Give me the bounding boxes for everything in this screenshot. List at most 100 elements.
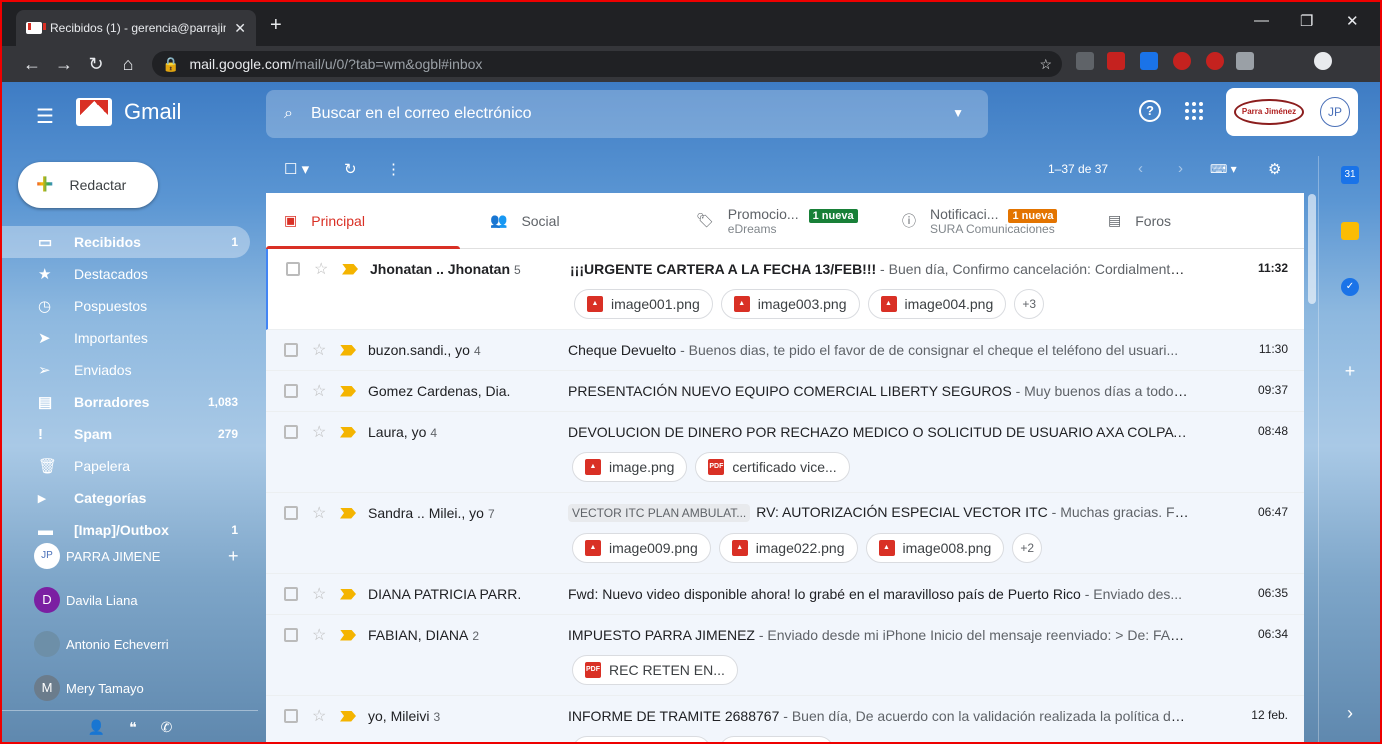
main-menu-icon[interactable]: ☰	[36, 104, 54, 129]
row-checkbox[interactable]	[284, 343, 298, 357]
sidebar-item[interactable]: 🗑 Papelera	[2, 450, 250, 482]
hangouts-contact[interactable]: M Mery Tamayo	[2, 666, 258, 710]
email-row[interactable]: ☆ DIANA PATRICIA PARR. Fwd: Nuevo video di…	[266, 574, 1304, 615]
attachment-chip[interactable]: ▲ image003.png	[720, 289, 860, 319]
compose-button[interactable]: + Redactar	[18, 162, 158, 208]
star-icon[interactable]: ☆	[312, 706, 332, 726]
important-marker-icon[interactable]	[340, 507, 356, 519]
attachment-chip[interactable]: ▲ image009.png	[572, 533, 711, 563]
sidebar-item[interactable]: ▭ Recibidos 1	[2, 226, 250, 258]
row-checkbox[interactable]	[286, 262, 300, 276]
chat-icon[interactable]: ❝	[129, 719, 137, 736]
attachment-chip[interactable]: PDF REC RETEN EN...	[572, 655, 738, 685]
phone-icon[interactable]: ✆	[161, 719, 173, 736]
attachment-chip[interactable]: ▲image005.png	[572, 736, 711, 742]
sidebar-item[interactable]: ! Spam 279	[2, 418, 250, 450]
search-options-icon[interactable]: ▼	[952, 106, 964, 120]
new-tab-button[interactable]: +	[270, 14, 282, 37]
sidebar-item[interactable]: ★ Destacados	[2, 258, 250, 290]
refresh-icon[interactable]: ↻	[344, 160, 357, 178]
row-checkbox[interactable]	[284, 425, 298, 439]
home-icon[interactable]: ⌂	[112, 54, 144, 75]
attachment-chip[interactable]: ▲ image008.png	[865, 533, 1005, 563]
extension-icon[interactable]	[1076, 52, 1094, 70]
important-marker-icon[interactable]	[340, 588, 356, 600]
pdf-extension-icon[interactable]	[1107, 52, 1125, 70]
sidebar-item[interactable]: ➤ Importantes	[2, 322, 250, 354]
extension-icon[interactable]	[1236, 52, 1254, 70]
close-window-button[interactable]: ✕	[1346, 12, 1359, 30]
hangouts-contact[interactable]: Antonio Echeverri	[2, 622, 258, 666]
category-tab[interactable]: ▤ Foros	[1090, 193, 1296, 248]
important-marker-icon[interactable]	[342, 263, 358, 275]
hangouts-contact[interactable]: D Davila Liana	[2, 578, 258, 622]
tasks-icon[interactable]: ✓	[1341, 278, 1359, 296]
prev-page-icon[interactable]: ‹	[1138, 160, 1143, 177]
back-icon[interactable]: ←	[16, 54, 48, 75]
category-tab[interactable]: ▣ Principal	[266, 193, 472, 249]
input-tools-icon[interactable]: ⌨ ▾	[1210, 162, 1237, 176]
category-tab[interactable]: ⓘ Notificaci... 1 nueva SURA Comunicaciones	[884, 193, 1090, 248]
row-checkbox[interactable]	[284, 628, 298, 642]
browser-tab[interactable]: Recibidos (1) - gerencia@parrajim ✕	[16, 10, 256, 46]
settings-gear-icon[interactable]: ⚙	[1268, 160, 1281, 178]
email-row[interactable]: ☆ FABIAN, DIANA 2 IMPUESTO PARRA JIMENEZ - …	[266, 615, 1304, 696]
attachment-chip[interactable]: ▲ image022.png	[718, 533, 858, 563]
star-icon[interactable]: ☆	[312, 625, 332, 645]
important-marker-icon[interactable]	[340, 385, 356, 397]
email-row[interactable]: ☆ Laura, yo 4 DEVOLUCION DE DINERO POR RECH…	[266, 412, 1304, 493]
star-icon[interactable]: ☆	[314, 259, 334, 279]
forward-icon[interactable]: →	[48, 54, 80, 75]
next-page-icon[interactable]: ›	[1178, 160, 1183, 177]
attachment-chip[interactable]: PDF certificado vice...	[695, 452, 850, 482]
attachment-chip[interactable]: ▲ image001.png	[574, 289, 713, 319]
star-icon[interactable]: ☆	[312, 340, 332, 360]
important-marker-icon[interactable]	[340, 344, 356, 356]
expand-panel-icon[interactable]: ›	[1341, 704, 1359, 722]
extension-icon[interactable]	[1206, 52, 1224, 70]
person-icon[interactable]: 👤	[88, 719, 105, 736]
sidebar-item[interactable]: ▸ Categorías	[2, 482, 250, 514]
more-attachments[interactable]: +3	[1014, 289, 1045, 319]
ui-extension-icon[interactable]	[1140, 52, 1158, 70]
row-checkbox[interactable]	[284, 587, 298, 601]
adblock-extension-icon[interactable]	[1173, 52, 1191, 70]
gmail-logo[interactable]: Gmail	[76, 98, 181, 126]
attachment-chip[interactable]: ▲image.png	[718, 736, 835, 742]
keep-icon[interactable]	[1341, 222, 1359, 240]
email-row[interactable]: ☆ buzon.sandi., yo 4 Cheque Devuelto - Buen…	[266, 330, 1304, 371]
help-icon[interactable]: ?	[1139, 100, 1161, 122]
attachment-chip[interactable]: ▲ image004.png	[867, 289, 1007, 319]
star-icon[interactable]: ☆	[312, 381, 332, 401]
reload-icon[interactable]: ↻	[80, 54, 112, 75]
important-marker-icon[interactable]	[340, 710, 356, 722]
add-addon-icon[interactable]: +	[1341, 362, 1359, 380]
calendar-icon[interactable]: 31	[1341, 166, 1359, 184]
sidebar-item[interactable]: ◷ Pospuestos	[2, 290, 250, 322]
important-marker-icon[interactable]	[340, 629, 356, 641]
more-options-icon[interactable]: ⋮	[386, 160, 401, 178]
more-attachments[interactable]: +2	[1012, 533, 1043, 563]
close-tab-icon[interactable]: ✕	[234, 20, 246, 37]
important-marker-icon[interactable]	[340, 426, 356, 438]
profile-avatar[interactable]	[1314, 52, 1332, 70]
search-input[interactable]: ⌕ Buscar en el correo electrónico ▼	[266, 90, 988, 138]
hangouts-me[interactable]: JP PARRA JIMENE +	[2, 534, 258, 578]
sidebar-item[interactable]: ➢ Enviados	[2, 354, 250, 386]
star-icon[interactable]: ☆	[312, 584, 332, 604]
category-tab[interactable]: 🏷 Promocio... 1 nueva eDreams	[678, 193, 884, 248]
apps-grid-icon[interactable]	[1185, 102, 1203, 120]
row-checkbox[interactable]	[284, 384, 298, 398]
star-icon[interactable]: ☆	[312, 422, 332, 442]
row-checkbox[interactable]	[284, 506, 298, 520]
add-contact-icon[interactable]: +	[228, 546, 239, 567]
account-logo[interactable]: Parra Jiménez JP	[1226, 88, 1358, 136]
email-row[interactable]: ☆ yo, Mileivi 3 INFORME DE TRAMITE 2688767 …	[266, 696, 1304, 742]
email-row[interactable]: ☆ Gomez Cardenas, Dia. PRESENTACIÓN NUEVO …	[266, 371, 1304, 412]
email-row[interactable]: ☆ Jhonatan .. Jhonatan 5 ¡¡¡URGENTE CARTERA…	[266, 249, 1304, 330]
select-all-checkbox[interactable]: ☐ ▾	[284, 160, 309, 178]
sidebar-item[interactable]: ▤ Borradores 1,083	[2, 386, 250, 418]
list-scrollbar[interactable]	[1308, 194, 1316, 304]
search-icon[interactable]: ⌕	[284, 105, 293, 123]
star-icon[interactable]: ☆	[312, 503, 332, 523]
